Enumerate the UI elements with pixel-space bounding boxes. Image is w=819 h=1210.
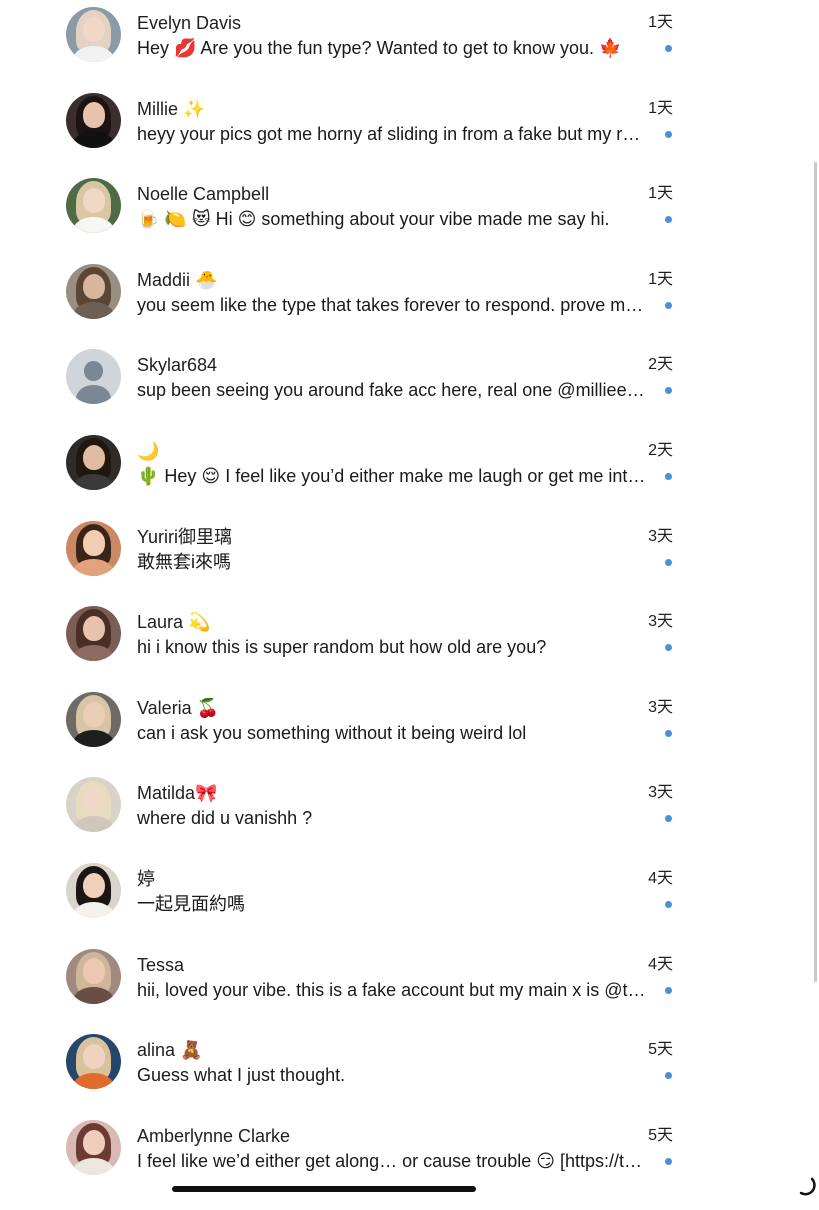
conversation-row[interactable]: Valeria 🍒 3天 can i ask you something witho… <box>0 691 700 782</box>
avatar[interactable] <box>66 7 121 62</box>
conversation-row[interactable]: Laura 💫 3天 hi i know this is super random … <box>0 606 700 696</box>
timestamp: 1天 <box>648 14 673 31</box>
unread-dot-icon <box>665 130 672 138</box>
unread-dot-icon <box>665 815 672 823</box>
default-avatar-icon[interactable] <box>66 349 121 405</box>
avatar[interactable] <box>66 520 121 576</box>
conversation-row[interactable]: 🌙 2天 🌵 Hey 😌 I feel like you’d either make… <box>0 435 700 525</box>
avatar[interactable] <box>66 435 121 490</box>
conversation-row[interactable]: Amberlynne Clarke 5天 I feel like we’d eith… <box>0 1119 700 1210</box>
timestamp: 5天 <box>648 1041 673 1059</box>
message-preview: heyy your pics got me horny af sliding i… <box>137 123 647 144</box>
sender-name: Valeria 🍒 <box>137 697 220 718</box>
unread-dot-icon <box>665 729 672 737</box>
conversation-row[interactable]: Matilda🎀 3天 where did u vanishh ? <box>0 777 700 867</box>
message-preview: hi i know this is super random but how o… <box>137 637 547 658</box>
sender-name: 婷 <box>137 869 155 889</box>
message-preview: 🍺 🍋 😻 Hi 😊 something about your vibe mad… <box>137 209 610 230</box>
avatar[interactable] <box>66 863 121 918</box>
loading-arc-icon <box>799 1177 816 1196</box>
conversation-row[interactable]: 婷 4天一起見面約嗎 <box>0 863 700 953</box>
sender-name: 🌙 <box>137 441 160 461</box>
conversation-row[interactable]: Tessa 4天 hii, loved your vibe. this is a f… <box>0 948 700 1039</box>
timestamp: 3天 <box>648 784 673 802</box>
conversation-row[interactable]: alina 🧸 5天 Guess what I just thought. <box>0 1034 700 1124</box>
timestamp: 5天 <box>648 1126 673 1144</box>
avatar[interactable] <box>66 948 121 1004</box>
sender-name: Laura 💫 <box>137 612 211 633</box>
unread-dot-icon <box>665 901 672 908</box>
timestamp: 1天 <box>648 270 673 288</box>
conversation-row[interactable]: Skylar684 2天 sup been seeing you around fa… <box>0 349 700 439</box>
sender-name: Amberlynne Clarke <box>137 1125 291 1146</box>
avatar[interactable] <box>66 606 121 662</box>
timestamp: 1天 <box>648 99 673 117</box>
scrollbar[interactable] <box>814 162 817 982</box>
timestamp: 3天 <box>648 527 673 545</box>
avatar[interactable] <box>66 777 121 833</box>
avatar[interactable] <box>66 1119 121 1175</box>
timestamp: 3天 <box>648 613 673 631</box>
unread-dot-icon <box>665 1157 672 1165</box>
message-preview: sup been seeing you around fake acc here… <box>137 380 647 401</box>
sender-name: Matilda🎀 <box>137 783 218 804</box>
avatar[interactable] <box>66 178 121 234</box>
unread-dot-icon <box>665 216 672 224</box>
conversation-row[interactable]: Millie ✨ 1天 heyy your pics got me horny af… <box>0 92 700 183</box>
timestamp: 2天 <box>648 442 673 459</box>
unread-dot-icon <box>665 45 672 52</box>
message-preview: 🌵 Hey 😌 I feel like you’d either make me… <box>137 466 647 486</box>
message-preview: Hey 💋 Are you the fun type? Wanted to ge… <box>137 38 622 58</box>
avatar[interactable] <box>66 263 121 319</box>
sender-name: Evelyn Davis <box>137 13 242 33</box>
sender-name: Millie ✨ <box>137 98 206 119</box>
conversation-row[interactable]: Evelyn Davis 1天 Hey 💋 Are you the fun type… <box>0 7 700 97</box>
sender-name: Yuriri御里璃 <box>137 526 233 547</box>
timestamp: 4天 <box>648 870 673 887</box>
unread-dot-icon <box>665 387 672 395</box>
avatar[interactable] <box>66 691 121 747</box>
sender-name: Skylar684 <box>137 355 218 376</box>
conversation-row[interactable]: Maddii 🐣 1天 you seem like the type that ta… <box>0 263 700 354</box>
home-indicator[interactable] <box>172 1186 476 1192</box>
conversation-row[interactable]: Noelle Campbell 1天 🍺 🍋 😻 Hi 😊 something ab… <box>0 178 700 268</box>
sender-name: Maddii 🐣 <box>137 269 218 290</box>
message-preview: where did u vanishh ? <box>137 808 313 829</box>
conversation-row[interactable]: Yuriri御里璃 3天敢無套i來嗎 <box>0 520 700 611</box>
unread-dot-icon <box>665 1072 672 1080</box>
unread-dot-icon <box>665 986 672 994</box>
unread-dot-icon <box>665 473 672 480</box>
message-preview: 一起見面約嗎 <box>137 894 245 914</box>
message-preview: 敢無套i來嗎 <box>137 551 231 572</box>
unread-dot-icon <box>665 558 672 566</box>
message-preview: you seem like the type that takes foreve… <box>137 294 647 315</box>
message-preview: can i ask you something without it being… <box>137 722 527 743</box>
unread-dot-icon <box>665 644 672 652</box>
timestamp: 2天 <box>648 356 673 374</box>
sender-name: Noelle Campbell <box>137 184 270 205</box>
unread-dot-icon <box>665 301 672 309</box>
sender-name: Tessa <box>137 954 185 975</box>
sender-name: alina 🧸 <box>137 1040 203 1061</box>
message-preview: I feel like we’d either get along… or ca… <box>137 1150 647 1171</box>
timestamp: 3天 <box>648 698 673 716</box>
avatar[interactable] <box>66 1034 121 1090</box>
timestamp: 1天 <box>648 185 673 203</box>
message-preview: hii, loved your vibe. this is a fake acc… <box>137 979 647 1000</box>
message-preview: Guess what I just thought. <box>137 1065 346 1086</box>
avatar[interactable] <box>66 92 121 148</box>
timestamp: 4天 <box>648 955 673 973</box>
